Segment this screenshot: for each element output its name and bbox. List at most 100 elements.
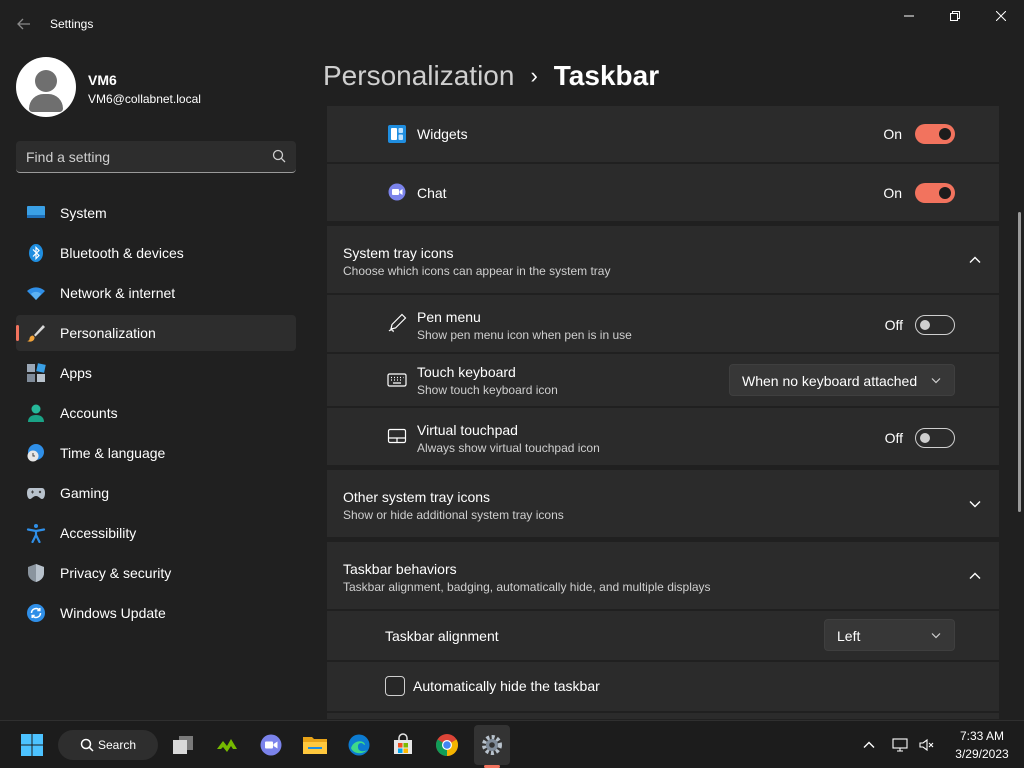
sidebar-nav: System Bluetooth & devices Network & int… — [16, 195, 296, 635]
sidebar-item-personalization[interactable]: Personalization — [16, 315, 296, 351]
pen-menu-row: Pen menu Show pen menu icon when pen is … — [327, 295, 999, 352]
touch-keyboard-value: When no keyboard attached — [742, 373, 918, 389]
other-tray-header[interactable]: Other system tray icons Show or hide add… — [327, 470, 999, 537]
widgets-label: Widgets — [417, 126, 468, 142]
settings-app[interactable] — [476, 729, 508, 761]
pen-icon — [388, 313, 407, 333]
touch-keyboard-title: Touch keyboard — [417, 364, 516, 380]
store-icon — [394, 733, 412, 754]
touchpad-icon — [387, 428, 407, 444]
volume-muted-icon[interactable] — [918, 737, 934, 753]
edge-app[interactable] — [343, 729, 375, 761]
sidebar-item-bluetooth[interactable]: Bluetooth & devices — [16, 235, 296, 271]
sidebar-item-system[interactable]: System — [16, 195, 296, 231]
sidebar-item-accessibility[interactable]: Accessibility — [16, 515, 296, 551]
system-tray-title: System tray icons — [343, 245, 454, 261]
user-profile[interactable]: VM6 VM6@collabnet.local — [16, 57, 296, 117]
touch-keyboard-row: Touch keyboard Show touch keyboard icon … — [327, 354, 999, 406]
shield-icon — [28, 564, 44, 582]
keyboard-icon — [387, 373, 407, 387]
task-view-icon — [173, 736, 193, 754]
update-icon — [27, 604, 45, 622]
auto-hide-row: Automatically hide the taskbar — [327, 662, 999, 711]
sidebar-item-windows-update[interactable]: Windows Update — [16, 595, 296, 631]
start-button[interactable] — [16, 729, 48, 761]
chat-row: Chat On — [327, 164, 999, 221]
chat-app[interactable] — [255, 729, 287, 761]
sidebar-item-network[interactable]: Network & internet — [16, 275, 296, 311]
system-tray-header[interactable]: System tray icons Choose which icons can… — [327, 226, 999, 293]
behaviors-subtitle: Taskbar alignment, badging, automaticall… — [343, 580, 711, 594]
title-bar: Settings — [0, 0, 1024, 48]
scrollbar[interactable] — [1018, 212, 1021, 512]
sidebar-item-time-language[interactable]: Time & language — [16, 435, 296, 471]
behaviors-header[interactable]: Taskbar behaviors Taskbar alignment, bad… — [327, 542, 999, 609]
restore-button[interactable] — [932, 0, 978, 32]
sidebar-item-accounts[interactable]: Accounts — [16, 395, 296, 431]
taskbar-search[interactable]: Search — [58, 730, 158, 760]
next-row — [327, 713, 999, 719]
chevron-up-icon[interactable] — [861, 737, 877, 753]
accessibility-icon — [26, 524, 46, 543]
globe-clock-icon — [27, 444, 44, 462]
network-icon[interactable] — [892, 737, 908, 753]
store-app[interactable] — [387, 729, 419, 761]
auto-hide-label[interactable]: Automatically hide the taskbar — [413, 678, 600, 694]
nvidia-app[interactable] — [211, 729, 243, 761]
breadcrumb-separator: › — [530, 63, 538, 88]
chevron-down-icon[interactable] — [967, 496, 983, 512]
clock-date[interactable]: 3/29/2023 — [945, 747, 1019, 761]
alignment-value: Left — [837, 628, 861, 644]
other-tray-subtitle: Show or hide additional system tray icon… — [343, 508, 564, 522]
minimize-icon — [904, 15, 914, 17]
minimize-button[interactable] — [886, 0, 932, 32]
chevron-up-icon[interactable] — [967, 252, 983, 268]
chrome-app[interactable] — [431, 729, 463, 761]
back-button[interactable] — [10, 10, 38, 38]
page-title: Taskbar — [553, 60, 660, 91]
sidebar-item-apps[interactable]: Apps — [16, 355, 296, 391]
nvidia-icon — [217, 739, 237, 752]
wifi-icon — [27, 287, 45, 300]
chat-toggle[interactable] — [915, 183, 955, 203]
sidebar-item-label: System — [60, 205, 107, 221]
settings-content: Widgets On Chat On System tray icons Cho… — [327, 106, 999, 719]
breadcrumb: Personalization › Taskbar — [323, 56, 659, 96]
pen-menu-toggle[interactable] — [915, 315, 955, 335]
sidebar-item-gaming[interactable]: Gaming — [16, 475, 296, 511]
sidebar-item-privacy[interactable]: Privacy & security — [16, 555, 296, 591]
virtual-touchpad-state: Off — [884, 430, 903, 446]
pen-menu-subtitle: Show pen menu icon when pen is in use — [417, 328, 632, 342]
file-explorer-app[interactable] — [299, 729, 331, 761]
bluetooth-icon — [29, 244, 43, 262]
search-box — [16, 141, 296, 173]
search-icon[interactable] — [272, 149, 286, 163]
search-icon — [80, 738, 94, 752]
clock-time[interactable]: 7:33 AM — [950, 729, 1014, 743]
accounts-icon — [28, 404, 44, 422]
sidebar-item-label: Bluetooth & devices — [60, 245, 184, 261]
taskbar: Search 7:33 AM 3/29/2023 — [0, 720, 1024, 768]
chrome-icon — [436, 734, 458, 756]
virtual-touchpad-row: Virtual touchpad Always show virtual tou… — [327, 408, 999, 465]
profile-email: VM6@collabnet.local — [88, 92, 201, 106]
alignment-label: Taskbar alignment — [385, 628, 499, 644]
back-arrow-icon — [17, 18, 30, 30]
chevron-down-icon — [931, 378, 941, 384]
sidebar-item-label: Privacy & security — [60, 565, 172, 581]
avatar — [16, 57, 76, 117]
task-view-button[interactable] — [167, 729, 199, 761]
breadcrumb-parent[interactable]: Personalization — [323, 60, 514, 92]
search-input[interactable] — [26, 147, 266, 167]
virtual-touchpad-toggle[interactable] — [915, 428, 955, 448]
chat-icon — [388, 183, 406, 201]
sidebar-item-label: Accounts — [60, 405, 118, 421]
auto-hide-checkbox[interactable] — [385, 676, 405, 696]
other-tray-title: Other system tray icons — [343, 489, 491, 505]
alignment-dropdown[interactable]: Left — [824, 619, 955, 651]
widgets-toggle[interactable] — [915, 124, 955, 144]
close-icon — [996, 11, 1006, 21]
touch-keyboard-dropdown[interactable]: When no keyboard attached — [729, 364, 955, 396]
close-button[interactable] — [978, 0, 1024, 32]
chevron-up-icon[interactable] — [967, 568, 983, 584]
